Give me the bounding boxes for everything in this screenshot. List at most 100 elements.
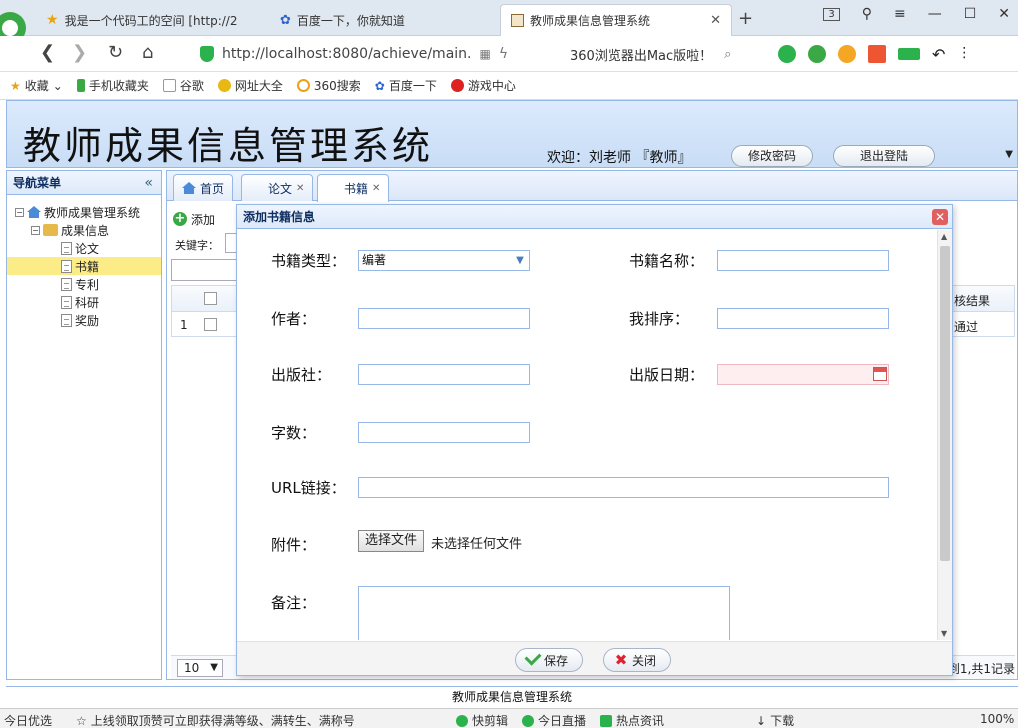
folder-users-icon <box>43 224 58 236</box>
search-box[interactable]: 360浏览器出Mac版啦！ ⌕ <box>560 41 750 67</box>
tree-toggle-icon[interactable]: − <box>15 207 24 217</box>
sidebar-item-patents[interactable]: 专利 <box>7 275 161 293</box>
play-icon <box>456 714 468 727</box>
sidebar-item-awards[interactable]: 奖励 <box>7 311 161 329</box>
new-tab-icon[interactable]: + <box>738 8 753 29</box>
browser-statusbar: 今日优选 ☆ 上线领取顶赞可立即获得满等级、满转生、满称号 快剪辑 今日直播 热点… <box>0 708 1018 728</box>
row-number: 1 <box>180 318 188 332</box>
document-icon <box>61 295 72 309</box>
row-checkbox[interactable] <box>204 318 217 331</box>
coin-icon[interactable] <box>838 45 856 63</box>
forward-icon[interactable]: ❯ <box>72 42 87 63</box>
close-icon[interactable]: ✕ <box>296 183 304 194</box>
dialog-scrollbar[interactable]: ▲ ▼ <box>937 230 952 640</box>
page-size-select[interactable]: 10 ▼ <box>177 659 223 677</box>
star-icon: ★ <box>46 12 59 28</box>
status-promo[interactable]: ☆ 上线领取顶赞可立即获得满等级、满转生、满称号 <box>76 712 355 728</box>
browser-tab-2[interactable]: ✿ 百度一下，你就知道 <box>270 4 496 36</box>
save-button[interactable]: 保存 <box>515 648 584 672</box>
dialog-title: 添加书籍信息 <box>243 210 316 224</box>
logout-button[interactable]: 退出登陆 <box>833 145 936 167</box>
publisher-label: 出版社： <box>271 366 332 384</box>
tab-home[interactable]: 首页 <box>173 174 234 201</box>
dialog-close-icon[interactable]: ✕ <box>932 209 948 225</box>
scissors-icon[interactable] <box>778 45 796 63</box>
dialog-footer: 保存 ✖ 关闭 <box>237 641 952 675</box>
scrollbar-thumb[interactable] <box>940 246 950 561</box>
add-button[interactable]: + 添加 <box>173 207 215 231</box>
bookmark-favorites[interactable]: ★ 收藏 ⌄ <box>10 77 63 94</box>
bookmark-360-search[interactable]: 360搜索 <box>296 77 361 94</box>
bookmark-games[interactable]: 游戏中心 <box>450 77 516 94</box>
publish-date-input[interactable] <box>717 364 889 385</box>
tab-books[interactable]: 书籍 ✕ <box>317 174 390 202</box>
tab-papers[interactable]: 论文 ✕ <box>241 174 314 201</box>
chevron-down-icon: ⌄ <box>52 78 63 93</box>
status-download[interactable]: ↓ 下载 <box>756 712 794 728</box>
battery-icon[interactable] <box>898 48 920 60</box>
calendar-icon[interactable] <box>873 367 887 381</box>
browser-tab-title: 我是一个代码工的空间 [http://2 <box>64 13 238 28</box>
word-count-input[interactable] <box>358 422 530 443</box>
qr-icon[interactable]: ▦ <box>480 47 491 61</box>
phone-icon <box>76 79 85 92</box>
status-live[interactable]: 今日直播 <box>522 712 586 728</box>
translate-icon[interactable] <box>808 45 826 63</box>
sidebar-item-papers[interactable]: 论文 <box>7 239 161 257</box>
status-zoom[interactable]: 100% <box>980 712 1014 726</box>
lightning-icon[interactable]: ϟ <box>499 46 508 62</box>
tree-toggle-icon[interactable]: − <box>31 225 40 235</box>
refresh-icon[interactable]: ↻ <box>108 42 123 63</box>
close-button[interactable]: ✖ 关闭 <box>603 648 672 672</box>
back-icon[interactable]: ❮ <box>40 42 55 63</box>
tree-node-root[interactable]: − 教师成果管理系统 <box>7 203 161 221</box>
more-icon[interactable]: ⋮ <box>957 45 971 64</box>
tree-node-achievements[interactable]: − 成果信息 <box>7 221 161 239</box>
filter-combo[interactable] <box>171 259 241 281</box>
sidebar-item-research[interactable]: 科研 <box>7 293 161 311</box>
book-type-select[interactable]: 编著 ▼ <box>358 250 530 271</box>
undo-icon[interactable]: ↶ <box>932 45 945 64</box>
search-icon[interactable]: ⌕ <box>724 47 731 62</box>
publisher-input[interactable] <box>358 364 530 385</box>
download-icon: ↓ <box>756 713 767 728</box>
sidebar-item-books[interactable]: 书籍 <box>7 257 161 275</box>
rank-input[interactable] <box>717 308 889 329</box>
book-name-input[interactable] <box>717 250 889 271</box>
bookmark-mobile[interactable]: 手机收藏夹 <box>76 77 149 94</box>
change-password-button[interactable]: 修改密码 <box>731 145 814 167</box>
browser-tab-1[interactable]: ★ 我是一个代码工的空间 [http://2 <box>36 4 266 36</box>
close-icon[interactable]: ✕ <box>710 13 721 28</box>
choose-file-button[interactable]: 选择文件 <box>358 530 425 552</box>
close-window-icon[interactable]: ✕ <box>998 6 1010 22</box>
url-input[interactable] <box>358 477 889 498</box>
bookmark-baidu[interactable]: ✿ 百度一下 <box>375 77 437 94</box>
remark-textarea[interactable] <box>358 586 730 640</box>
author-input[interactable] <box>358 308 530 329</box>
status-today-picks[interactable]: 今日优选 <box>4 712 52 728</box>
select-all-checkbox[interactable] <box>204 292 217 305</box>
globe-icon <box>217 79 231 92</box>
star-outline-icon: ☆ <box>76 713 87 728</box>
tab-count-badge[interactable]: 3 <box>823 7 840 21</box>
expand-down-icon[interactable]: ▼ <box>1005 149 1013 160</box>
address-bar[interactable]: http://localhost:8080/achieve/main. ▦ ϟ <box>192 41 557 67</box>
close-icon[interactable]: ✕ <box>372 183 380 194</box>
collapse-left-icon[interactable]: « <box>144 171 153 195</box>
status-news[interactable]: 热点资讯 <box>600 712 664 728</box>
maximize-icon[interactable]: ☐ <box>964 6 977 22</box>
chevron-down-icon[interactable]: ▼ <box>513 252 527 269</box>
scroll-down-icon[interactable]: ▼ <box>941 629 947 638</box>
publish-date-label: 出版日期： <box>629 366 705 384</box>
apps-icon[interactable] <box>868 45 886 63</box>
home-icon[interactable]: ⌂ <box>142 42 153 63</box>
scroll-up-icon[interactable]: ▲ <box>941 232 947 241</box>
bookmark-google[interactable]: 谷歌 <box>162 77 204 94</box>
browser-tab-3[interactable]: 教师成果信息管理系统 ✕ <box>500 4 732 36</box>
menu-icon[interactable]: ≡ <box>894 6 906 22</box>
security-shield-icon <box>200 46 214 62</box>
bookmark-sites[interactable]: 网址大全 <box>217 77 283 94</box>
shirt-icon[interactable]: ⚲ <box>862 6 872 22</box>
status-quick-edit[interactable]: 快剪辑 <box>456 712 508 728</box>
minimize-icon[interactable]: — <box>928 6 942 22</box>
